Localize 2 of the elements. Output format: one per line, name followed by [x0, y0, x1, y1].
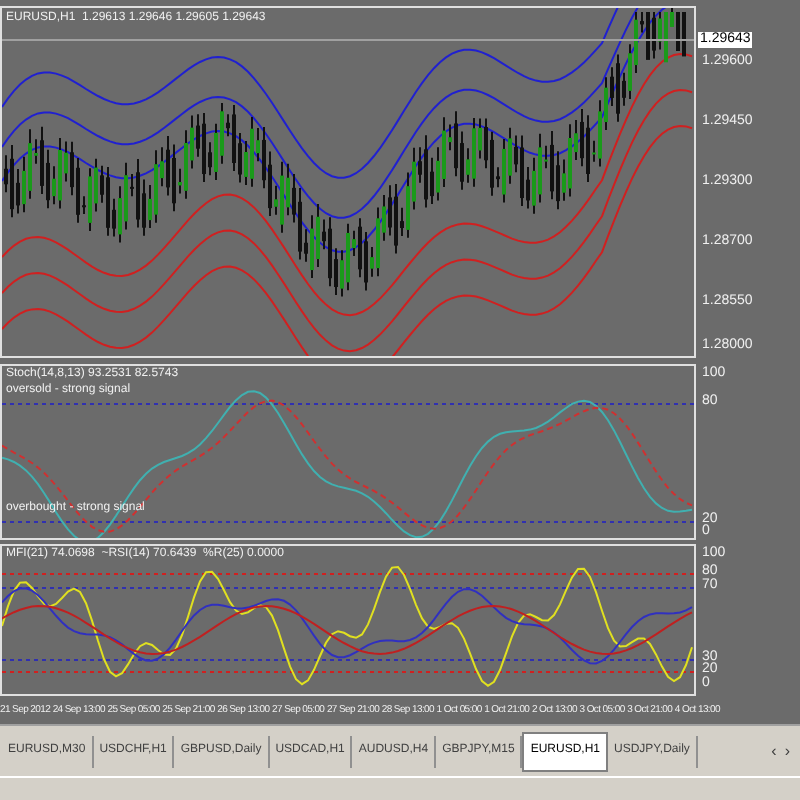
scroll-button[interactable]: › [784, 741, 790, 761]
scroll-button[interactable]: ‹ [771, 741, 777, 761]
